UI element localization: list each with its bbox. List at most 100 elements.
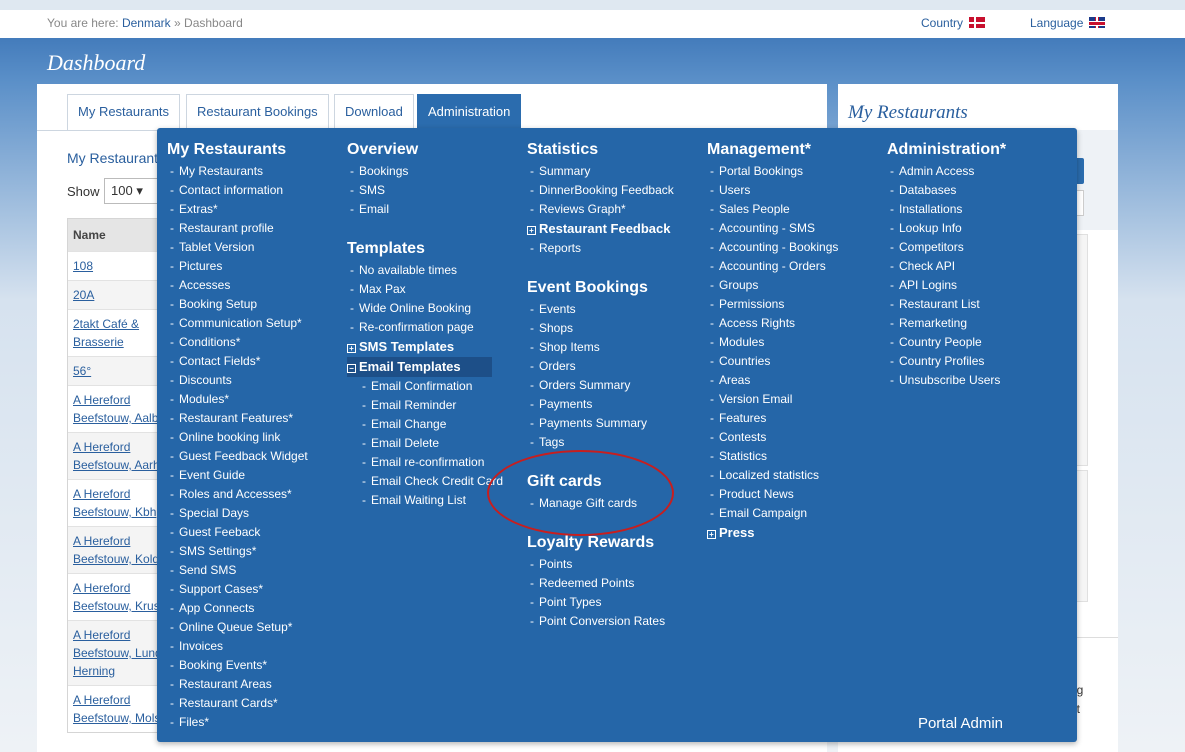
menu-item[interactable]: - Contact information [167,181,308,200]
tab-restaurant-bookings[interactable]: Restaurant Bookings [186,94,329,130]
restaurant-link[interactable]: A Hereford [73,487,130,501]
menu-item[interactable]: - Databases [887,181,1006,200]
menu-item[interactable]: - Reviews Graph* [527,200,674,219]
menu-item[interactable]: - Booking Events* [167,656,308,675]
restaurant-link[interactable]: 56° [73,364,91,378]
menu-item[interactable]: - Localized statistics [707,466,838,485]
restaurant-link[interactable]: Beefstouw, Mols [73,711,160,725]
menu-item[interactable]: - Email Waiting List [347,491,503,510]
tab-my-restaurants[interactable]: My Restaurants [67,94,181,130]
menu-item[interactable]: - Email Check Credit Card [347,472,503,491]
restaurant-link[interactable]: A Hereford [73,693,130,707]
menu-item[interactable]: - DinnerBooking Feedback [527,181,674,200]
menu-item[interactable]: - My Restaurants [167,162,308,181]
menu-item-restaurant-feedback[interactable]: + Restaurant Feedback [527,219,674,239]
menu-item[interactable]: - Sales People [707,200,838,219]
menu-item[interactable]: - Summary [527,162,674,181]
menu-item[interactable]: - Accounting - Orders [707,257,838,276]
menu-item[interactable]: - Users [707,181,838,200]
tab-download[interactable]: Download [334,94,414,130]
menu-item[interactable]: - Check API [887,257,1006,276]
restaurant-link[interactable]: Beefstouw, Kbh [73,505,156,519]
menu-item[interactable]: - Online Queue Setup* [167,618,308,637]
menu-item[interactable]: - Shops [527,319,674,338]
country-selector[interactable]: Country [921,16,986,30]
menu-item[interactable]: - Roles and Accesses* [167,485,308,504]
menu-item[interactable]: - Special Days [167,504,308,523]
menu-item[interactable]: - Competitors [887,238,1006,257]
menu-item[interactable]: - App Connects [167,599,308,618]
menu-item[interactable]: - Portal Bookings [707,162,838,181]
menu-item[interactable]: - Features [707,409,838,428]
menu-item[interactable]: - Areas [707,371,838,390]
menu-item[interactable]: - Email Campaign [707,504,838,523]
menu-item[interactable]: - Points [527,555,674,574]
menu-item[interactable]: - Send SMS [167,561,308,580]
menu-item[interactable]: - SMS [347,181,503,200]
menu-item[interactable]: - Event Guide [167,466,308,485]
menu-item[interactable]: - Conditions* [167,333,308,352]
menu-item[interactable]: - Guest Feedback Widget [167,447,308,466]
menu-item[interactable]: - Version Email [707,390,838,409]
menu-item[interactable]: - Invoices [167,637,308,656]
menu-item[interactable]: - Email re-confirmation [347,453,503,472]
menu-item[interactable]: - Point Conversion Rates [527,612,674,631]
menu-item[interactable]: - Email Reminder [347,396,503,415]
tab-administration[interactable]: Administration [417,94,522,130]
menu-item[interactable]: - Email Change [347,415,503,434]
menu-item[interactable]: - Booking Setup [167,295,308,314]
menu-item[interactable]: - Email [347,200,503,219]
restaurant-link[interactable]: Brasserie [73,335,124,349]
menu-header-loyalty-rewards[interactable]: Loyalty Rewards [527,533,674,553]
menu-item[interactable]: - Unsubscribe Users [887,371,1006,390]
restaurant-link[interactable]: A Hereford [73,581,130,595]
menu-item[interactable]: - SMS Settings* [167,542,308,561]
menu-item[interactable]: - Online booking link [167,428,308,447]
menu-item[interactable]: - Payments [527,395,674,414]
restaurant-link[interactable]: A Hereford [73,393,130,407]
menu-item[interactable]: - Restaurant Features* [167,409,308,428]
menu-item[interactable]: - Bookings [347,162,503,181]
menu-item[interactable]: - Files* [167,713,308,732]
breadcrumb-link-denmark[interactable]: Denmark [122,16,171,30]
menu-item[interactable]: - Restaurant Cards* [167,694,308,713]
menu-item-press[interactable]: + Press [707,523,838,543]
menu-item[interactable]: - Discounts [167,371,308,390]
menu-item[interactable]: - Accesses [167,276,308,295]
menu-header-management[interactable]: Management* [707,140,838,160]
menu-item[interactable]: - Extras* [167,200,308,219]
menu-item[interactable]: - Statistics [707,447,838,466]
menu-item[interactable]: - Accounting - SMS [707,219,838,238]
menu-item[interactable]: - Groups [707,276,838,295]
restaurant-link[interactable]: Beefstouw, Kold [73,552,159,566]
menu-item[interactable]: - Country Profiles [887,352,1006,371]
menu-item[interactable]: - Max Pax [347,280,503,299]
menu-item[interactable]: - Restaurant Areas [167,675,308,694]
menu-item[interactable]: - Modules [707,333,838,352]
menu-item[interactable]: - Contact Fields* [167,352,308,371]
menu-item[interactable]: - Remarketing [887,314,1006,333]
menu-item[interactable]: - Payments Summary [527,414,674,433]
restaurant-link[interactable]: 20A [73,288,94,302]
menu-item[interactable]: - Product News [707,485,838,504]
menu-item[interactable]: - Email Delete [347,434,503,453]
menu-header-templates[interactable]: Templates [347,239,503,259]
menu-header-administration[interactable]: Administration* [887,140,1006,160]
menu-item[interactable]: - Point Types [527,593,674,612]
restaurant-link[interactable]: A Hereford [73,440,130,454]
menu-item[interactable]: - Lookup Info [887,219,1006,238]
menu-item[interactable]: - Restaurant profile [167,219,308,238]
menu-item[interactable]: - Tablet Version [167,238,308,257]
menu-item[interactable]: - Orders [527,357,674,376]
menu-header-my-restaurants[interactable]: My Restaurants [167,140,308,160]
menu-item[interactable]: - API Logins [887,276,1006,295]
language-selector[interactable]: Language [1030,16,1106,30]
menu-item[interactable]: - Access Rights [707,314,838,333]
menu-item[interactable]: - Countries [707,352,838,371]
restaurant-link[interactable]: A Hereford [73,628,130,642]
menu-item[interactable]: - Support Cases* [167,580,308,599]
menu-item[interactable]: - Email Confirmation [347,377,503,396]
menu-item[interactable]: - Restaurant List [887,295,1006,314]
menu-header-event-bookings[interactable]: Event Bookings [527,278,674,298]
menu-item[interactable]: - Country People [887,333,1006,352]
